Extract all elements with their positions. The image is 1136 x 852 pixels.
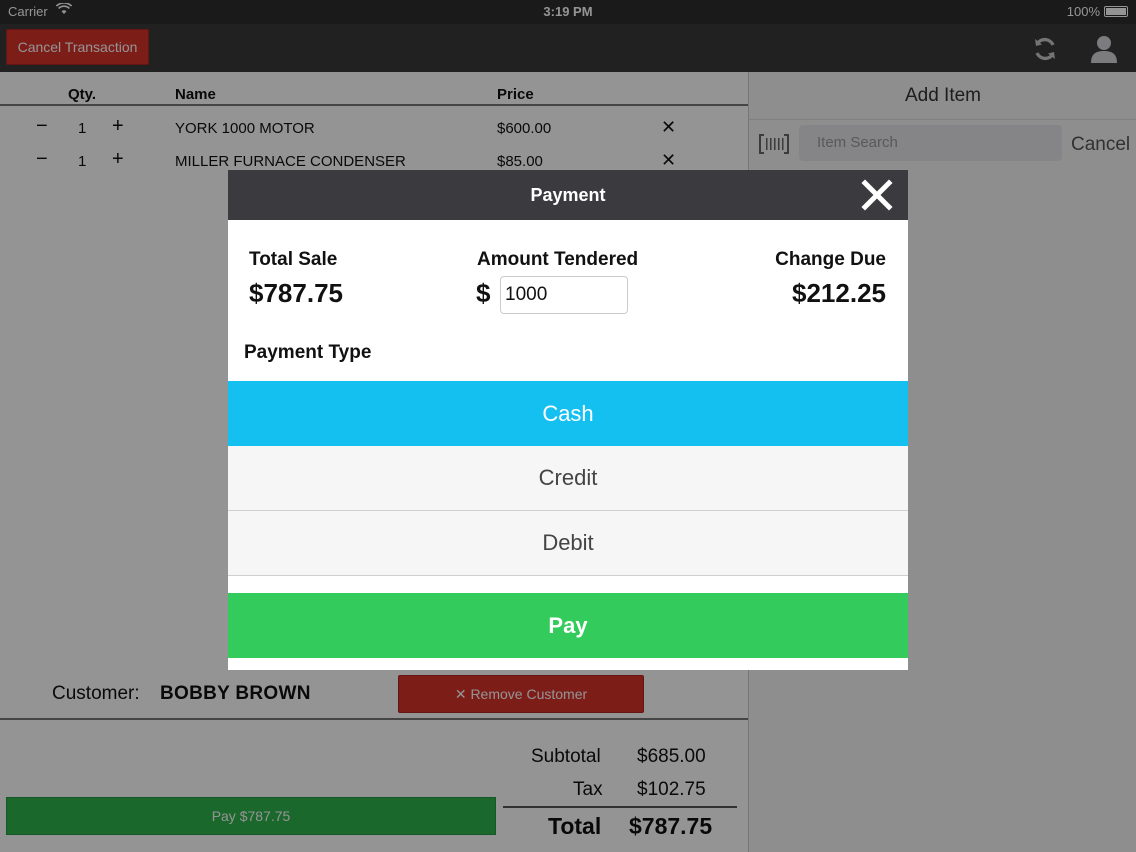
close-icon[interactable] [860,178,894,212]
change-due-label: Change Due [775,249,886,270]
currency-symbol: $ [476,278,491,308]
total-sale-label: Total Sale [249,249,338,270]
payment-option-cash[interactable]: Cash [228,381,908,446]
modal-header: Payment [228,170,908,220]
total-sale-value: $787.75 [249,278,343,308]
payment-option-credit[interactable]: Credit [228,446,908,511]
modal-title: Payment [530,184,606,205]
amount-tendered-input[interactable] [500,276,628,314]
amount-tendered-label: Amount Tendered [477,249,639,270]
payment-modal: Payment Total Sale $787.75 Amount Tender… [228,170,908,670]
payment-option-debit[interactable]: Debit [228,511,908,576]
payment-type-label: Payment Type [244,342,372,363]
change-due-value: $212.25 [792,278,886,308]
pay-button[interactable]: Pay [228,593,908,658]
